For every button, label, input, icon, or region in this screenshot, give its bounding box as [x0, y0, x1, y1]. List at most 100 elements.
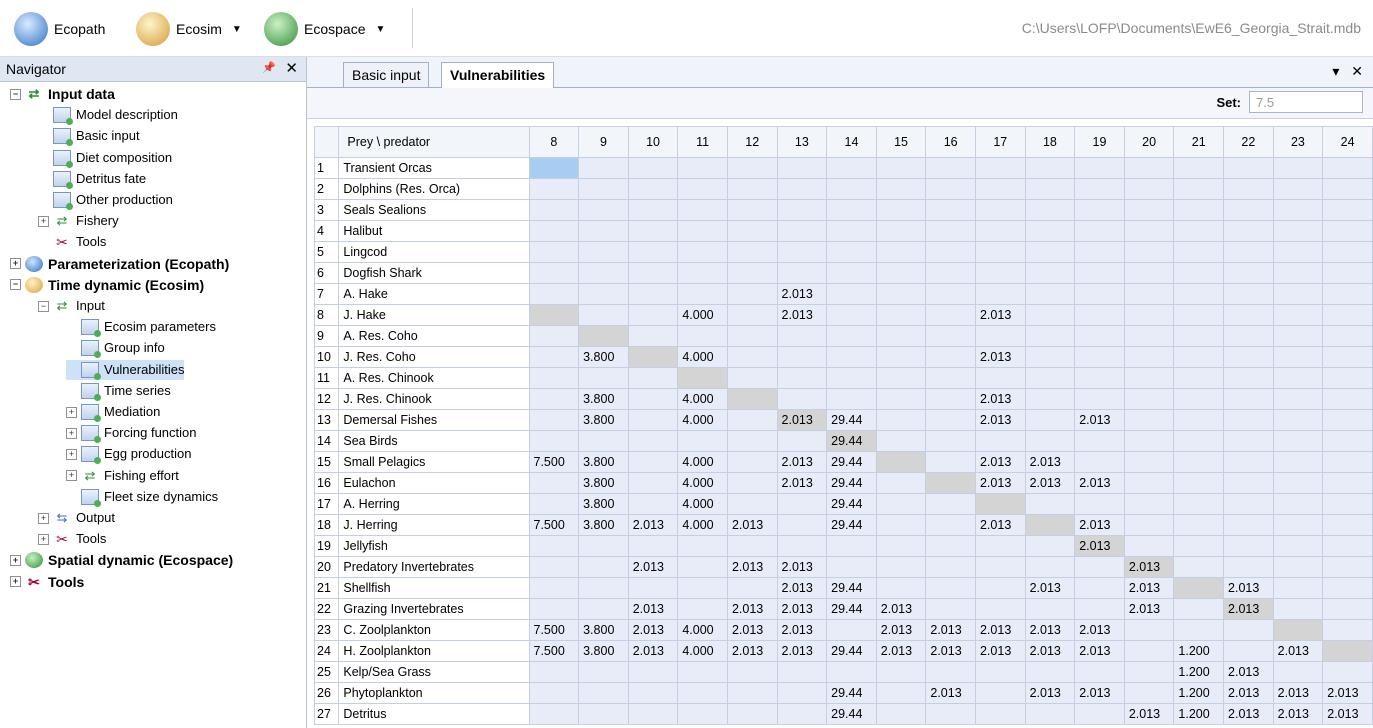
vulnerability-cell[interactable] [1223, 535, 1274, 557]
vulnerability-cell[interactable] [1123, 661, 1175, 683]
vulnerability-cell[interactable]: 2.013 [776, 304, 828, 326]
expand-icon[interactable]: + [38, 512, 49, 524]
vulnerability-cell[interactable] [726, 388, 778, 410]
vulnerability-cell[interactable] [776, 220, 828, 242]
vulnerability-cell[interactable] [726, 682, 778, 704]
vulnerability-cell[interactable] [627, 682, 679, 704]
vulnerability-cell[interactable] [1272, 388, 1324, 410]
tree-item-diet-composition[interactable]: Diet composition [38, 148, 172, 168]
vulnerability-cell[interactable] [925, 262, 976, 284]
tree-item-fishing-effort[interactable]: + ⇄ Fishing effort [66, 466, 179, 486]
vulnerability-cell[interactable] [1074, 451, 1125, 473]
vulnerability-cell[interactable] [875, 367, 927, 389]
tree-item-model-description[interactable]: Model description [38, 105, 178, 126]
vulnerability-cell[interactable] [726, 367, 778, 389]
vulnerability-cell[interactable] [1223, 178, 1274, 200]
vulnerability-cell[interactable] [1272, 661, 1324, 683]
expand-icon[interactable]: + [66, 406, 77, 418]
vulnerability-cell[interactable]: 29.44 [826, 577, 877, 599]
vulnerability-cell[interactable] [528, 535, 580, 557]
vulnerability-cell[interactable]: 2.013 [974, 514, 1026, 536]
vulnerability-cell[interactable] [726, 409, 778, 431]
vulnerability-cell[interactable] [677, 661, 728, 683]
collapse-icon[interactable]: − [38, 300, 49, 312]
tab-dropdown-icon[interactable]: ▾ [1332, 63, 1339, 79]
vulnerability-cell[interactable] [726, 304, 778, 326]
vulnerability-cell[interactable]: 2.013 [1123, 577, 1175, 599]
vulnerability-cell[interactable] [1272, 451, 1324, 473]
vulnerability-cell[interactable]: 29.44 [826, 640, 877, 662]
vulnerability-cell[interactable] [974, 556, 1026, 578]
vulnerability-cell[interactable] [776, 241, 828, 263]
vulnerability-cell[interactable] [1272, 577, 1324, 599]
vulnerability-cell[interactable] [974, 178, 1026, 200]
vulnerability-cell[interactable] [925, 409, 976, 431]
vulnerability-cell[interactable] [875, 682, 927, 704]
vulnerability-cell[interactable]: 2.013 [875, 640, 927, 662]
tree-item-tools[interactable]: + ✂ Tools [38, 529, 106, 549]
vulnerability-cell[interactable] [925, 388, 976, 410]
vulnerability-cell[interactable] [1322, 535, 1373, 557]
vulnerability-cell[interactable] [1223, 157, 1274, 179]
vulnerability-cell[interactable] [776, 367, 828, 389]
vulnerability-cell[interactable] [875, 388, 927, 410]
vulnerability-cell[interactable] [1272, 262, 1324, 284]
vulnerability-cell[interactable] [974, 493, 1026, 515]
vulnerability-cell[interactable] [1223, 493, 1274, 515]
vulnerability-cell[interactable]: 7.500 [528, 619, 580, 641]
vulnerability-cell[interactable] [875, 430, 927, 452]
vulnerability-cell[interactable] [974, 199, 1026, 221]
vulnerability-cell[interactable] [627, 262, 679, 284]
vulnerability-cell[interactable] [1024, 220, 1076, 242]
tree-item-forcing-function[interactable]: + Forcing function [66, 423, 197, 444]
vulnerability-cell[interactable]: 3.800 [578, 640, 629, 662]
vulnerability-cell[interactable] [1123, 682, 1175, 704]
vulnerability-cell[interactable] [1024, 346, 1076, 368]
expand-icon[interactable]: + [38, 533, 49, 545]
vulnerability-cell[interactable]: 4.000 [677, 493, 728, 515]
vulnerability-cell[interactable] [776, 682, 828, 704]
vulnerability-cell[interactable]: 4.000 [677, 640, 728, 662]
vulnerability-cell[interactable] [1322, 220, 1373, 242]
vulnerability-cell[interactable]: 2.013 [776, 409, 828, 431]
vulnerability-cell[interactable] [1074, 598, 1125, 620]
vulnerability-cell[interactable] [1024, 493, 1076, 515]
vulnerability-cell[interactable] [528, 472, 580, 494]
vulnerability-cell[interactable] [925, 241, 976, 263]
vulnerability-cell[interactable] [1123, 409, 1175, 431]
ecosim-button[interactable]: Ecosim ▼ [136, 10, 242, 48]
vulnerability-cell[interactable]: 2.013 [925, 640, 976, 662]
vulnerability-cell[interactable] [1123, 493, 1175, 515]
vulnerability-cell[interactable]: 3.800 [578, 514, 629, 536]
tree-item-vulnerabilities[interactable]: Vulnerabilities [66, 359, 185, 380]
vulnerability-cell[interactable] [1173, 325, 1225, 347]
predator-column-header[interactable]: 11 [677, 126, 728, 158]
vulnerability-cell[interactable] [826, 535, 877, 557]
vulnerability-cell[interactable] [1223, 262, 1274, 284]
vulnerability-cell[interactable]: 2.013 [974, 640, 1026, 662]
vulnerability-cell[interactable] [578, 598, 629, 620]
vulnerability-cell[interactable] [627, 346, 679, 368]
vulnerability-cell[interactable] [1272, 304, 1324, 326]
vulnerability-cell[interactable] [826, 157, 877, 179]
vulnerability-cell[interactable] [1173, 388, 1225, 410]
vulnerability-cell[interactable] [1223, 304, 1274, 326]
vulnerability-cell[interactable] [1074, 577, 1125, 599]
vulnerability-cell[interactable] [974, 661, 1026, 683]
vulnerability-cell[interactable] [875, 199, 927, 221]
tree-item-parameterization-ecopath[interactable]: + Parameterization (Ecopath) [10, 254, 229, 274]
vulnerability-cell[interactable] [1024, 325, 1076, 347]
vulnerability-cell[interactable] [1173, 199, 1225, 221]
vulnerability-cell[interactable]: 29.44 [826, 451, 877, 473]
vulnerability-cell[interactable] [776, 430, 828, 452]
vulnerability-cell[interactable] [578, 199, 629, 221]
vulnerability-cell[interactable] [925, 661, 976, 683]
vulnerability-cell[interactable] [1173, 556, 1225, 578]
vulnerability-cell[interactable] [1024, 241, 1076, 263]
vulnerability-cell[interactable] [627, 157, 679, 179]
vulnerability-cell[interactable]: 29.44 [826, 409, 877, 431]
vulnerability-cell[interactable] [925, 346, 976, 368]
vulnerability-cell[interactable] [1173, 619, 1225, 641]
vulnerability-cell[interactable] [1024, 157, 1076, 179]
vulnerability-cell[interactable] [1272, 346, 1324, 368]
